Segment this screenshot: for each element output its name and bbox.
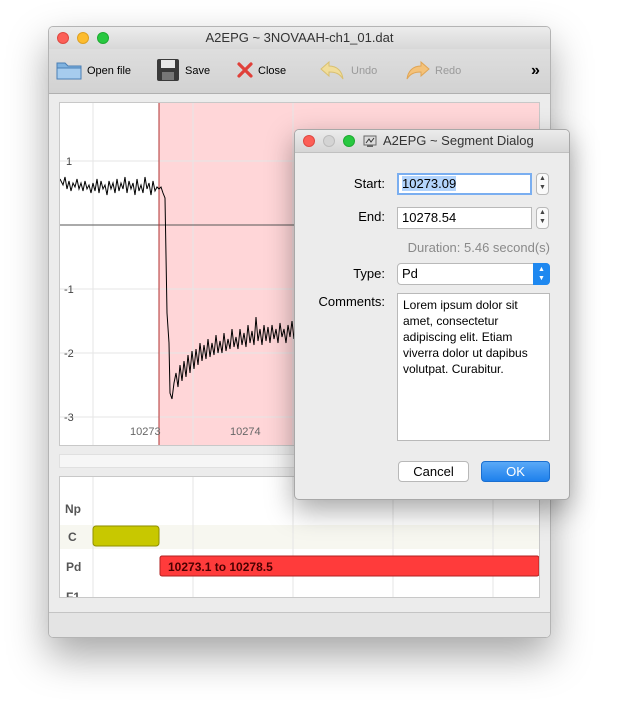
x-tick-label: 10274 bbox=[230, 426, 261, 438]
close-label: Close bbox=[258, 65, 287, 77]
app-icon bbox=[363, 134, 377, 153]
row-label: Np bbox=[65, 502, 81, 516]
redo-label: Redo bbox=[435, 65, 462, 77]
y-tick-label: -2 bbox=[64, 348, 74, 360]
toolbar-overflow-button[interactable]: » bbox=[531, 57, 540, 85]
row-label: F1 bbox=[66, 590, 80, 597]
type-value: Pd bbox=[402, 266, 418, 281]
end-stepper[interactable]: ▲ ▼ bbox=[536, 207, 549, 229]
y-tick-label: -1 bbox=[64, 284, 74, 296]
segment-dialog: A2EPG ~ Segment Dialog Start: 10273.09 ▲… bbox=[294, 129, 570, 500]
comments-label: Comments: bbox=[318, 294, 385, 309]
floppy-disk-icon bbox=[155, 57, 181, 86]
dialog-zoom-button[interactable] bbox=[343, 135, 355, 147]
folder-icon bbox=[55, 58, 83, 85]
end-field[interactable]: 10278.54 bbox=[397, 207, 532, 229]
chevron-updown-icon: ▲ ▼ bbox=[533, 263, 550, 285]
undo-button[interactable]: Undo bbox=[319, 57, 377, 85]
start-field[interactable]: 10273.09 bbox=[397, 173, 532, 195]
open-file-button[interactable]: Open file bbox=[55, 57, 131, 85]
save-label: Save bbox=[185, 65, 211, 77]
c-segment-bar bbox=[92, 525, 160, 547]
close-x-icon bbox=[236, 61, 254, 82]
dialog-close-button[interactable] bbox=[303, 135, 315, 147]
toolbar: Open file Save Close Undo Redo » bbox=[49, 49, 550, 94]
close-file-button[interactable]: Close bbox=[236, 57, 286, 85]
redo-button[interactable]: Redo bbox=[403, 57, 461, 85]
duration-text: Duration: 5.46 second(s) bbox=[407, 240, 550, 255]
dialog-title-bar[interactable]: A2EPG ~ Segment Dialog bbox=[295, 130, 569, 153]
x-tick-label: 10273 bbox=[130, 426, 161, 438]
ok-button[interactable]: OK bbox=[481, 461, 550, 482]
comments-textarea[interactable]: Lorem ipsum dolor sit amet, consectetur … bbox=[397, 293, 550, 441]
save-button[interactable]: Save bbox=[155, 57, 210, 85]
start-label: Start: bbox=[353, 176, 385, 191]
type-select[interactable]: Pd ▲ ▼ bbox=[397, 263, 550, 285]
end-label: End: bbox=[358, 209, 385, 224]
row-label: Pd bbox=[66, 560, 81, 574]
segment-label: 10273.1 to 10278.5 bbox=[168, 560, 273, 574]
start-value: 10273.09 bbox=[402, 176, 457, 191]
dialog-title: A2EPG ~ Segment Dialog bbox=[383, 133, 534, 148]
start-stepper[interactable]: ▲ ▼ bbox=[536, 173, 549, 195]
undo-label: Undo bbox=[351, 65, 378, 77]
row-label: C bbox=[68, 530, 77, 544]
status-bar bbox=[49, 612, 550, 637]
undo-arrow-icon bbox=[319, 58, 347, 85]
open-file-label: Open file bbox=[87, 65, 132, 77]
y-tick-label: 1 bbox=[66, 156, 72, 168]
title-bar[interactable]: A2EPG ~ 3NOVAAH-ch1_01.dat bbox=[49, 27, 550, 49]
cancel-button[interactable]: Cancel bbox=[398, 461, 469, 482]
redo-arrow-icon bbox=[403, 58, 431, 85]
y-tick-label: -3 bbox=[64, 412, 74, 424]
type-label: Type: bbox=[353, 266, 385, 281]
window-title: A2EPG ~ 3NOVAAH-ch1_01.dat bbox=[205, 30, 394, 45]
dialog-minimize-button[interactable] bbox=[323, 135, 335, 147]
